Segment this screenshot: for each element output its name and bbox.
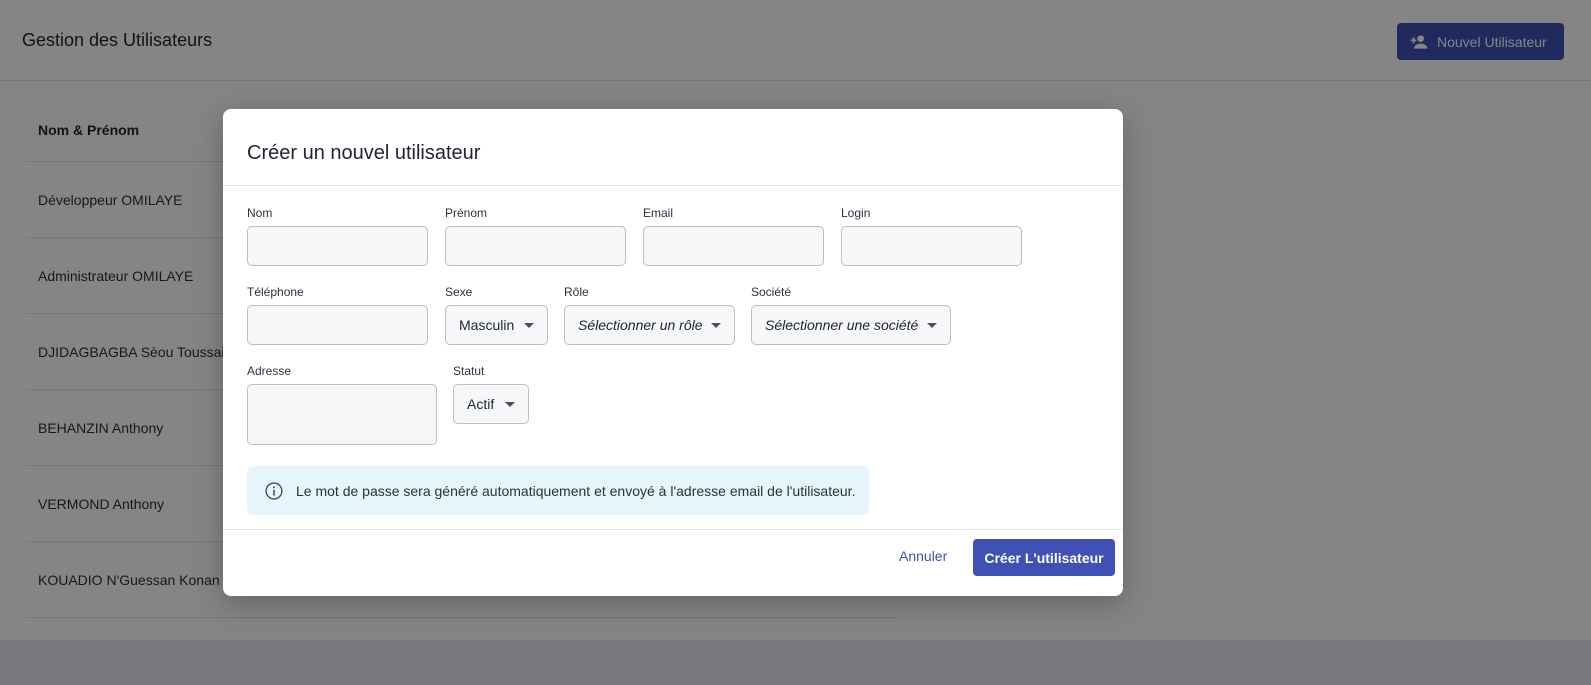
sexe-value: Masculin	[459, 317, 515, 333]
dialog-header: Créer un nouvel utilisateur	[223, 109, 1123, 186]
caret-down-icon	[524, 323, 534, 328]
nom-label: Nom	[247, 206, 273, 220]
telephone-label: Téléphone	[247, 285, 304, 299]
sexe-label: Sexe	[445, 285, 473, 299]
info-message: Le mot de passe sera généré automatiquem…	[296, 482, 856, 499]
email-input[interactable]	[643, 226, 824, 266]
create-user-dialog: Créer un nouvel utilisateur Nom Prénom E…	[223, 109, 1123, 596]
dialog-title: Créer un nouvel utilisateur	[247, 142, 481, 164]
statut-value: Actif	[467, 396, 495, 412]
adresse-label: Adresse	[247, 364, 292, 378]
societe-placeholder: Sélectionner une société	[765, 317, 919, 333]
caret-down-icon	[711, 323, 721, 328]
societe-select[interactable]: Sélectionner une société	[751, 305, 951, 345]
telephone-input[interactable]	[247, 305, 428, 345]
cancel-button[interactable]: Annuler	[899, 548, 947, 564]
societe-label: Société	[751, 285, 792, 299]
prenom-input[interactable]	[445, 226, 626, 266]
caret-down-icon	[927, 323, 937, 328]
email-label: Email	[643, 206, 674, 220]
create-user-button[interactable]: Créer L'utilisateur	[973, 539, 1115, 576]
nom-input[interactable]	[247, 226, 428, 266]
prenom-label: Prénom	[445, 206, 488, 220]
login-input[interactable]	[841, 226, 1022, 266]
role-label: Rôle	[564, 285, 589, 299]
role-placeholder: Sélectionner un rôle	[578, 317, 703, 333]
statut-label: Statut	[453, 364, 485, 378]
adresse-textarea[interactable]	[247, 384, 437, 445]
statut-select[interactable]: Actif	[453, 384, 529, 424]
role-select[interactable]: Sélectionner un rôle	[564, 305, 735, 345]
login-label: Login	[841, 206, 871, 220]
caret-down-icon	[505, 402, 515, 407]
password-info-alert: Le mot de passe sera généré automatiquem…	[247, 466, 869, 515]
info-circle-icon	[265, 481, 283, 500]
sexe-select[interactable]: Masculin	[445, 305, 548, 345]
dialog-footer: Annuler Créer L'utilisateur	[223, 529, 1123, 596]
